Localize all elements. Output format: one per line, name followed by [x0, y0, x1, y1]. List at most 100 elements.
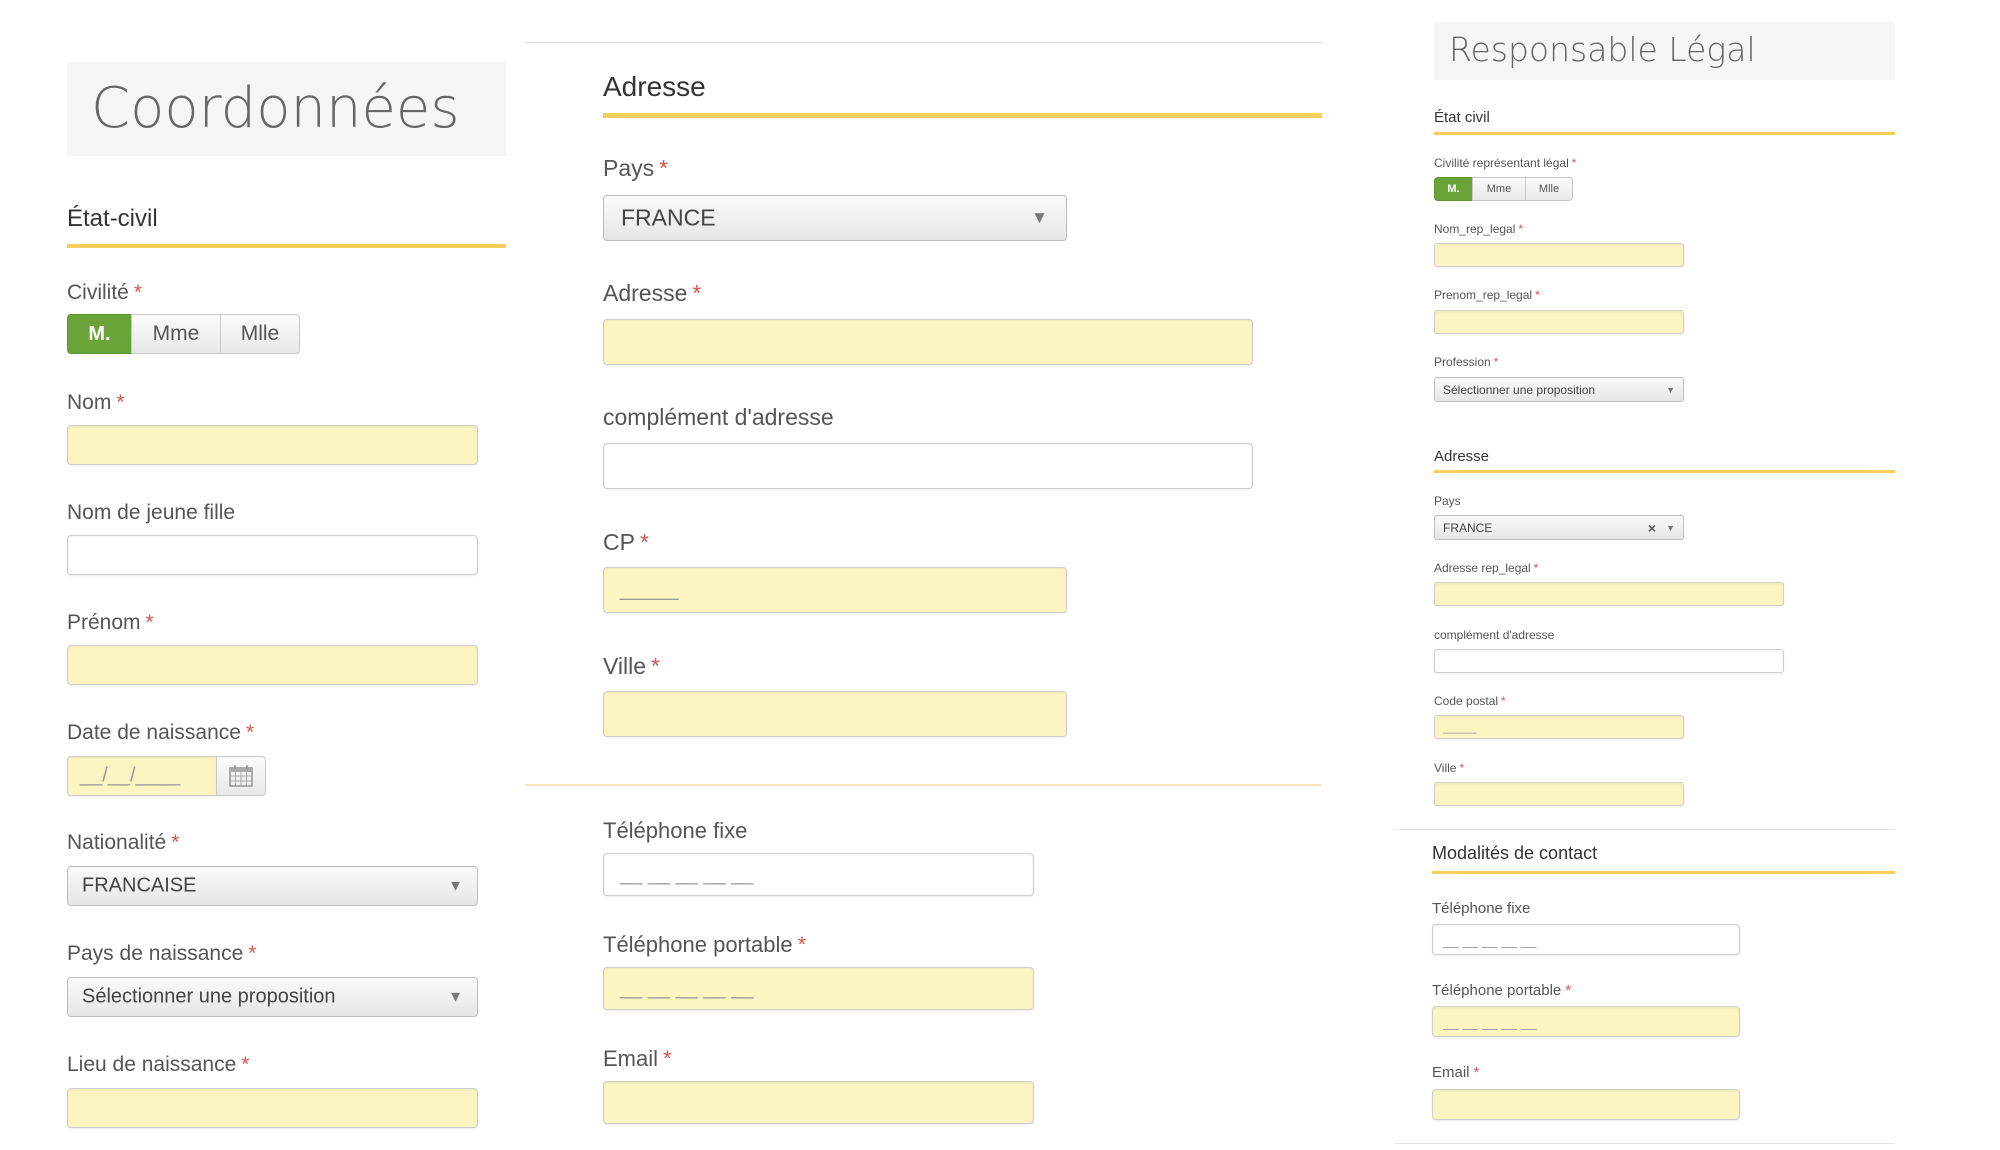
tel-fixe-rep-label: Téléphone fixe [1432, 900, 1531, 917]
nationalite-label: Nationalité * [67, 831, 180, 854]
code-postal-input[interactable]: _____ [1434, 715, 1684, 739]
section-underline [1434, 132, 1895, 135]
calendar-button[interactable] [216, 756, 266, 796]
civilite-toggle[interactable]: M. Mme Mlle [67, 314, 300, 354]
civilite-m-button[interactable]: M. [67, 314, 132, 354]
civilite-label: Civilité * [67, 281, 143, 304]
ville-label: Ville * [603, 653, 660, 679]
tel-portable-input[interactable]: __ __ __ __ __ [603, 967, 1034, 1010]
tel-portable-rep-input[interactable]: __ __ __ __ __ [1432, 1006, 1740, 1037]
civilite-rep-mme-button[interactable]: Mme [1472, 177, 1526, 201]
section-title-adresse: Adresse [603, 71, 706, 102]
divider [1395, 1143, 1895, 1144]
pays-naissance-value: Sélectionner une proposition [82, 985, 336, 1008]
cp-mask: _____ [620, 578, 679, 601]
date-naissance-label: Date de naissance * [67, 721, 255, 744]
nom-label: Nom * [67, 391, 125, 414]
lieu-naissance-input[interactable] [67, 1088, 478, 1128]
complement-input[interactable] [603, 443, 1253, 489]
page-title-box: Coordonnées [67, 62, 506, 156]
civilite-rep-mlle-button[interactable]: Mlle [1525, 177, 1573, 201]
code-postal-mask: _____ [1443, 720, 1477, 734]
nom-jeune-fille-label: Nom de jeune fille [67, 501, 236, 524]
nationalite-value: FRANCAISE [82, 874, 197, 897]
responsable-title-box: Responsable Légal [1434, 22, 1895, 80]
page-title: Coordonnées [91, 76, 460, 141]
calendar-icon [229, 765, 253, 787]
code-postal-label: Code postal * [1434, 694, 1506, 708]
pays-rep-value: FRANCE [1443, 520, 1493, 535]
section-underline [67, 244, 506, 248]
chevron-down-icon: ▼ [448, 988, 463, 1006]
prenom-label: Prénom * [67, 611, 154, 634]
email-rep-input[interactable] [1432, 1089, 1740, 1120]
tel-portable-rep-mask: __ __ __ __ __ [1443, 1013, 1537, 1030]
email-rep-label: Email * [1432, 1064, 1480, 1081]
tel-portable-label: Téléphone portable * [603, 932, 807, 957]
tel-portable-mask: __ __ __ __ __ [620, 977, 754, 999]
date-mask: __/__/____ [80, 764, 181, 787]
pays-rep-select[interactable]: FRANCE × ▼ [1434, 515, 1684, 540]
section-underline [1434, 470, 1895, 473]
civilite-rep-label: Civilité représentant légal * [1434, 156, 1577, 170]
prenom-input[interactable] [67, 645, 478, 685]
pays-label: Pays * [603, 155, 669, 181]
civilite-rep-toggle[interactable]: M. Mme Mlle [1434, 177, 1573, 201]
section-title-etat-civil: État-civil [67, 205, 158, 232]
tel-fixe-label: Téléphone fixe [603, 818, 748, 843]
nom-input[interactable] [67, 425, 478, 465]
complement-label: complément d'adresse [603, 404, 834, 430]
pays-value: FRANCE [621, 204, 716, 231]
ville-rep-label: Ville * [1434, 761, 1465, 775]
tel-fixe-rep-mask: __ __ __ __ __ [1443, 931, 1537, 948]
pays-rep-label: Pays [1434, 494, 1461, 508]
adresse-rep-input[interactable] [1434, 582, 1784, 606]
divider [525, 42, 1322, 43]
cp-label: CP * [603, 529, 649, 555]
adresse-label: Adresse * [603, 280, 702, 306]
adresse-rep-label: Adresse rep_legal * [1434, 561, 1539, 575]
nom-rep-input[interactable] [1434, 243, 1684, 267]
tel-fixe-mask: __ __ __ __ __ [620, 863, 754, 885]
chevron-down-icon: ▼ [1031, 208, 1048, 227]
ville-rep-input[interactable] [1434, 782, 1684, 806]
profession-value: Sélectionner une proposition [1443, 382, 1596, 397]
nom-jeune-fille-input[interactable] [67, 535, 478, 575]
nom-rep-label: Nom_rep_legal * [1434, 222, 1524, 236]
profession-label: Profession * [1434, 355, 1499, 369]
adresse-rep-title: Adresse [1434, 448, 1490, 465]
pays-naissance-select[interactable]: Sélectionner une proposition ▼ [67, 977, 478, 1017]
section-underline [1432, 871, 1895, 874]
etat-civil-title: État civil [1434, 109, 1490, 126]
chevron-down-icon: ▼ [1666, 522, 1675, 533]
prenom-rep-input[interactable] [1434, 310, 1684, 334]
adresse-input[interactable] [603, 319, 1253, 365]
tel-fixe-input[interactable]: __ __ __ __ __ [603, 853, 1034, 896]
cp-input[interactable]: _____ [603, 567, 1067, 613]
responsable-title: Responsable Légal [1449, 30, 1756, 69]
lieu-naissance-label: Lieu de naissance * [67, 1053, 250, 1076]
clear-icon[interactable]: × [1648, 520, 1656, 536]
civilite-mlle-button[interactable]: Mlle [220, 314, 300, 354]
profession-select[interactable]: Sélectionner une proposition ▼ [1434, 377, 1684, 402]
nationalite-select[interactable]: FRANCAISE ▼ [67, 866, 478, 906]
ville-input[interactable] [603, 691, 1067, 737]
tel-fixe-rep-input[interactable]: __ __ __ __ __ [1432, 924, 1740, 955]
pays-select[interactable]: FRANCE ▼ [603, 195, 1067, 241]
chevron-down-icon: ▼ [448, 877, 463, 895]
civilite-rep-m-button[interactable]: M. [1434, 177, 1473, 201]
prenom-rep-label: Prenom_rep_legal * [1434, 288, 1540, 302]
chevron-down-icon: ▼ [1666, 384, 1675, 395]
tel-portable-rep-label: Téléphone portable * [1432, 982, 1572, 999]
email-label: Email * [603, 1046, 672, 1071]
civilite-mme-button[interactable]: Mme [131, 314, 221, 354]
divider [1395, 829, 1895, 830]
complement-rep-label: complément d'adresse [1434, 628, 1555, 642]
date-naissance-input[interactable]: __/__/____ [67, 756, 217, 796]
complement-rep-input[interactable] [1434, 649, 1784, 673]
divider [525, 784, 1322, 786]
section-underline [603, 113, 1322, 118]
email-input[interactable] [603, 1081, 1034, 1124]
pays-naissance-label: Pays de naissance * [67, 942, 257, 965]
contact-title: Modalités de contact [1432, 843, 1598, 863]
